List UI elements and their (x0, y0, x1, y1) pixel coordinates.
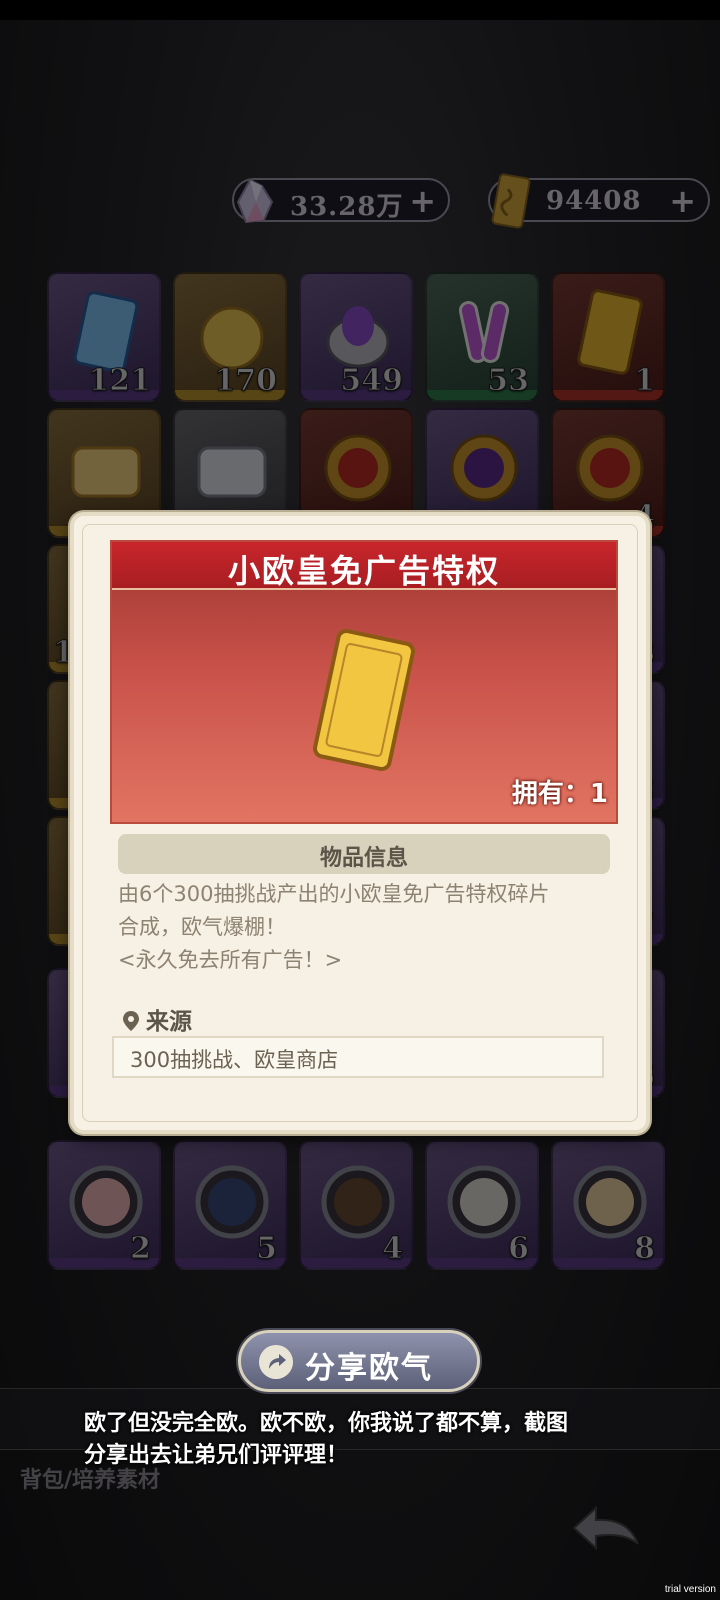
item-count: 2 (130, 1231, 152, 1267)
crystal-icon (236, 178, 274, 224)
item-count: 6 (508, 1231, 530, 1267)
inventory-item[interactable]: 6 (425, 1140, 539, 1270)
inventory-item[interactable]: 8 (551, 1140, 665, 1270)
inventory-item[interactable]: 4 (299, 1140, 413, 1270)
inventory-item[interactable]: 5 (173, 1140, 287, 1270)
item-count: 549 (340, 363, 404, 399)
inventory-item[interactable]: 170 (173, 272, 287, 402)
crystal-currency: 33.28万 + (232, 178, 450, 224)
item-title: 小欧皇免广告特权 (227, 552, 500, 590)
back-arrow-icon[interactable] (566, 1498, 646, 1558)
fox-emblem-icon (324, 434, 392, 502)
ad-free-pass-xiaoou-icon (313, 628, 415, 772)
item-count: 170 (214, 363, 278, 399)
source-label: 来源 (122, 1002, 192, 1036)
share-button-label: 分享欧气 (305, 1351, 433, 1386)
item-count: 8 (634, 1231, 656, 1267)
skull-emblem-icon (450, 434, 518, 502)
item-count: 1 (634, 363, 656, 399)
game-screen: 33.28万 + 94408 + 121 170 549 53 1 1 2 5 … (0, 0, 720, 1600)
item-title-bar: 小欧皇免广告特权 (112, 542, 616, 590)
ticket-currency: 94408 + (488, 173, 710, 229)
add-ticket-button[interactable]: + (669, 182, 696, 220)
share-luck-button[interactable]: 分享欧气 (238, 1330, 480, 1392)
inventory-item[interactable]: 549 (299, 272, 413, 402)
crystal-amount: 33.28万 (290, 192, 404, 222)
inventory-item[interactable]: 121 (47, 272, 161, 402)
location-pin-icon (123, 1011, 139, 1031)
inventory-item[interactable]: 2 (47, 1140, 161, 1270)
item-description: 由6个300抽挑战产出的小欧皇免广告特权碎片 合成，欧气爆棚！ <永久免去所有广… (118, 882, 550, 972)
subtitle-caption: 欧了但没完全欧。欧不欧，你我说了都不算，截图 分享出去让弟兄们评评理！ (84, 1411, 569, 1468)
item-count: 5 (256, 1231, 278, 1267)
item-count: 4 (382, 1231, 404, 1267)
owned-count: 拥有：1 (511, 779, 608, 809)
item-info-header: 物品信息 (118, 834, 610, 874)
inventory-item[interactable]: 1 (551, 272, 665, 402)
item-count: 121 (88, 363, 152, 399)
source-value-box: 300抽挑战、欧皇商店 (112, 1036, 604, 1078)
golden-scroll-icon (71, 446, 141, 498)
item-detail-modal: 小欧皇免广告特权 拥有：1 物品信息 由6个300抽挑战产出的小欧皇免广告特权碎… (70, 512, 650, 1134)
item-count: 53 (487, 363, 530, 399)
silver-scroll-icon (197, 446, 267, 498)
watermark: trial version (664, 1584, 716, 1595)
share-arrow-icon (259, 1345, 293, 1379)
source-value: 300抽挑战、欧皇商店 (130, 1048, 339, 1072)
ticket-amount: 94408 (546, 186, 642, 216)
ticket-icon (491, 173, 531, 229)
item-banner: 小欧皇免广告特权 拥有：1 (110, 540, 618, 824)
inventory-item[interactable]: 53 (425, 272, 539, 402)
add-crystal-button[interactable]: + (409, 182, 436, 220)
status-bar (0, 0, 720, 20)
